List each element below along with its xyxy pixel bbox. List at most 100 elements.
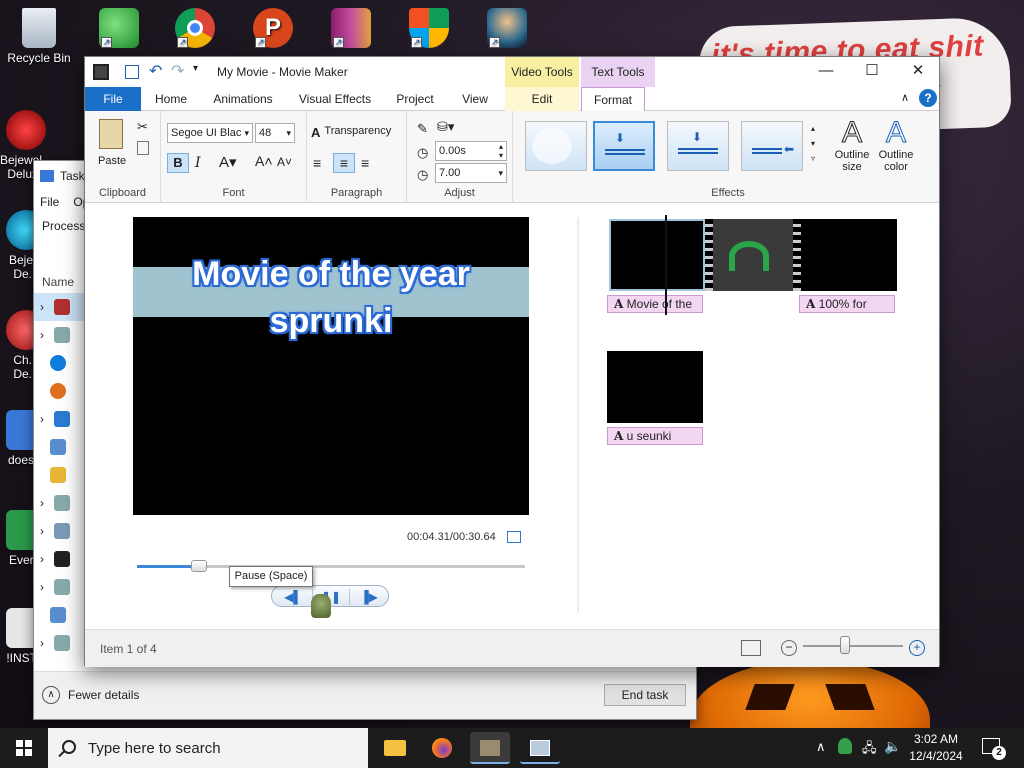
italic-button[interactable]: I	[195, 155, 201, 171]
table-row[interactable]: ›	[34, 629, 86, 657]
save-icon[interactable]	[125, 65, 139, 79]
maximize-button[interactable]: ☐	[849, 57, 895, 87]
table-row[interactable]: ›	[34, 517, 86, 545]
table-row[interactable]: ›	[34, 545, 86, 573]
table-row[interactable]: ›	[34, 321, 86, 349]
previous-frame-button[interactable]: ◀▌	[274, 589, 312, 605]
paste-button[interactable]: Paste	[98, 155, 126, 167]
table-row[interactable]	[34, 377, 86, 405]
cut-icon[interactable]: ✂	[137, 119, 148, 135]
background-color-icon[interactable]: ✎	[417, 121, 428, 137]
customize-qat-icon[interactable]: ▾	[193, 63, 198, 74]
tab-view[interactable]: View	[449, 87, 501, 111]
effect-thumbnail[interactable]: ⬇	[667, 121, 729, 171]
fill-color-button[interactable]: ⛁▾	[437, 119, 454, 135]
table-row[interactable]: ›	[34, 405, 86, 433]
clock[interactable]: 3:02 AM 12/4/2024	[906, 731, 966, 765]
tab-visual-effects[interactable]: Visual Effects	[289, 87, 381, 111]
minimize-button[interactable]: —	[803, 57, 849, 87]
collapse-ribbon-icon[interactable]: ∧	[901, 91, 909, 104]
movie-maker-window[interactable]: ↶ ↷ ▾ My Movie - Movie Maker Video Tools…	[84, 56, 941, 667]
table-row[interactable]: ›	[34, 489, 86, 517]
storyboard-clip-4[interactable]	[607, 351, 703, 423]
effects-scroll-icon[interactable]: ▴ ▾ ▿	[811, 121, 815, 166]
redo-icon[interactable]: ↷	[171, 61, 184, 81]
transparency-button[interactable]: A Transparency	[311, 125, 391, 140]
tab-project[interactable]: Project	[385, 87, 445, 111]
pane-divider[interactable]	[577, 217, 579, 613]
chrome-icon[interactable]: ↗	[156, 8, 234, 51]
next-frame-button[interactable]: ▐▶	[350, 589, 388, 605]
duration-input[interactable]: 7.00 ▾	[435, 163, 507, 183]
search-box[interactable]: Type here to search	[48, 728, 368, 768]
tab-file[interactable]: File	[85, 87, 141, 111]
firefox-icon[interactable]	[422, 732, 462, 764]
table-row[interactable]	[34, 601, 86, 629]
preview-caption-text[interactable]: Movie of the year sprunki	[133, 251, 529, 345]
show-hidden-icons[interactable]: ∧	[816, 739, 826, 755]
p-app-icon[interactable]: P ↗	[234, 8, 312, 51]
caption-chip[interactable]: A 100% for	[799, 295, 895, 313]
align-center-button[interactable]: ≡	[333, 153, 355, 173]
help-icon[interactable]: ?	[919, 89, 937, 107]
table-row[interactable]: ›	[34, 573, 86, 601]
paste-icon[interactable]	[99, 119, 123, 149]
font-name-select[interactable]: Segoe UI Blac ▾	[167, 123, 253, 143]
outline-color-button[interactable]: A Outline color	[869, 116, 923, 173]
effect-thumbnail[interactable]: ⬅	[741, 121, 803, 171]
task-manager-taskbar-icon[interactable]	[520, 732, 560, 764]
table-row[interactable]: ›	[34, 293, 86, 321]
people-icon[interactable]	[838, 738, 852, 754]
zoom-in-icon[interactable]: +	[909, 640, 925, 656]
caption-chip[interactable]: A Movie of the	[607, 295, 703, 313]
table-row[interactable]	[34, 433, 86, 461]
align-right-button[interactable]: ≡	[361, 155, 369, 171]
storyboard-view-icon[interactable]	[741, 640, 761, 656]
bold-button[interactable]: B	[167, 153, 189, 173]
start-button[interactable]	[0, 728, 48, 768]
table-row[interactable]	[34, 349, 86, 377]
caption-chip[interactable]: A u seunki	[607, 427, 703, 445]
winrar-icon[interactable]: ↗	[312, 8, 390, 51]
undo-icon[interactable]: ↶	[149, 61, 162, 81]
window-title: My Movie - Movie Maker	[217, 65, 348, 79]
align-left-button[interactable]: ≡	[313, 155, 321, 171]
tab-animations[interactable]: Animations	[203, 87, 283, 111]
tab-home[interactable]: Home	[143, 87, 199, 111]
start-time-input[interactable]: 0.00s ▴ ▾	[435, 141, 507, 161]
volume-icon[interactable]: 🔈	[884, 738, 901, 755]
tab-format[interactable]: Format	[581, 87, 645, 112]
close-button[interactable]: ✕	[895, 57, 941, 87]
font-color-button[interactable]: A▾	[219, 153, 237, 171]
end-task-button[interactable]: End task	[604, 684, 686, 706]
network-icon[interactable]: 🖧	[862, 739, 877, 761]
msn-messenger-icon[interactable]: ↗	[80, 8, 158, 51]
zoom-out-icon[interactable]: −	[781, 640, 797, 656]
storyboard-clip-2[interactable]	[705, 219, 801, 291]
playhead[interactable]	[665, 215, 667, 315]
notification-center-icon[interactable]: 2	[980, 736, 1006, 760]
recycle-bin-icon[interactable]: Recycle Bin	[0, 8, 78, 65]
effect-thumbnail[interactable]	[525, 121, 587, 171]
seek-thumb[interactable]	[191, 560, 208, 572]
grow-font-button[interactable]: A˄	[255, 153, 273, 169]
video-preview[interactable]: Movie of the year sprunki	[133, 217, 529, 515]
storyboard-clip-1[interactable]	[609, 219, 705, 291]
storyboard-clip-3[interactable]	[801, 219, 897, 291]
shrink-font-button[interactable]: A˅	[277, 155, 292, 169]
file-explorer-icon[interactable]	[374, 732, 414, 764]
table-row[interactable]	[34, 461, 86, 489]
effect-thumbnail-selected[interactable]: ⬇	[593, 121, 655, 171]
seek-bar[interactable]	[137, 560, 525, 572]
zoom-slider[interactable]	[803, 645, 903, 647]
font-size-select[interactable]: 48 ▾	[255, 123, 295, 143]
fullscreen-icon[interactable]	[507, 531, 521, 543]
windows-store-icon[interactable]: ↗	[390, 8, 468, 51]
fewer-details-button[interactable]: ∧ Fewer details	[42, 686, 139, 704]
movie-maker-taskbar-icon[interactable]	[470, 732, 510, 764]
character-game-icon[interactable]: ↗	[468, 8, 546, 51]
tab-edit[interactable]: Edit	[505, 87, 579, 111]
zoom-thumb[interactable]	[840, 636, 850, 654]
effects-label: Effects	[711, 187, 745, 199]
copy-icon[interactable]	[137, 141, 149, 155]
